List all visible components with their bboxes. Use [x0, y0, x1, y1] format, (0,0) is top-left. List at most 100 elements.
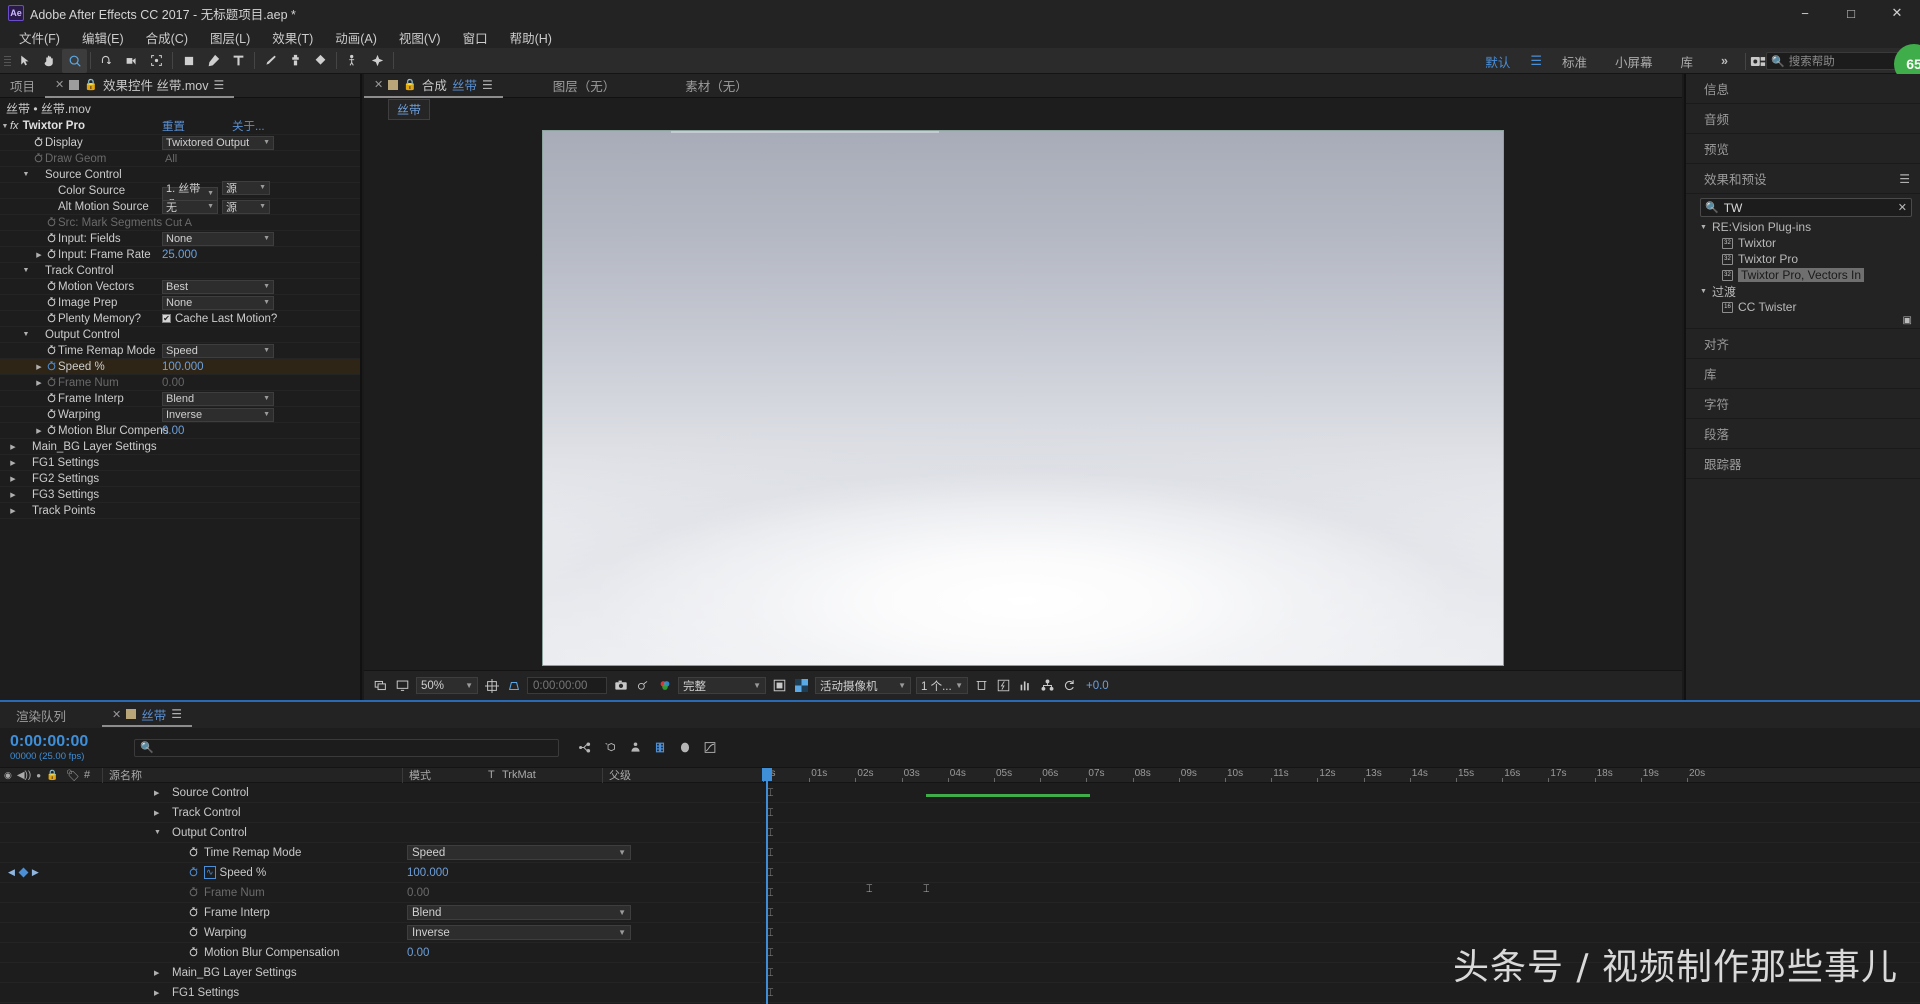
- twirl-icon[interactable]: ▶: [8, 491, 18, 499]
- workspace-1[interactable]: 标准: [1548, 48, 1601, 74]
- effect-param-row[interactable]: Input: Fields None ▼: [0, 231, 360, 247]
- comp-panel-menu-icon[interactable]: ☰: [482, 78, 493, 92]
- next-keyframe-icon[interactable]: ▶: [32, 867, 39, 878]
- graph-editor-toggle-icon[interactable]: ∿: [204, 866, 216, 879]
- effect-param-row[interactable]: ▶ Speed % 100.000: [0, 359, 360, 375]
- pan-behind-tool-icon[interactable]: [144, 49, 169, 73]
- stopwatch-icon[interactable]: [33, 136, 44, 147]
- twirl-icon[interactable]: ▶: [34, 363, 44, 371]
- timeline-property-row[interactable]: Frame Num 0.00: [0, 883, 760, 903]
- twirl-icon[interactable]: ▶: [154, 789, 166, 797]
- menu-item-8[interactable]: 帮助(H): [499, 26, 563, 49]
- keyframe-diamond-icon[interactable]: [18, 867, 29, 878]
- workspace-overflow-icon[interactable]: »: [1707, 48, 1742, 74]
- param-dropdown[interactable]: None ▼: [162, 231, 274, 246]
- twirl-icon[interactable]: ▶: [8, 475, 18, 483]
- twirl-icon[interactable]: ▶: [8, 459, 18, 467]
- menu-item-4[interactable]: 效果(T): [261, 26, 324, 49]
- effects-search-input[interactable]: [1723, 200, 1893, 215]
- panel-preview[interactable]: 预览: [1686, 134, 1920, 164]
- tab-footage[interactable]: 素材（无）: [675, 74, 758, 98]
- stopwatch-icon[interactable]: [188, 906, 199, 917]
- property-number-value[interactable]: 100.000: [407, 867, 449, 879]
- effect-param-row[interactable]: Frame Interp Blend ▼: [0, 391, 360, 407]
- param-number-value[interactable]: 25.000: [162, 249, 197, 261]
- workspace-0[interactable]: 默认: [1471, 48, 1524, 74]
- region-of-interest-icon[interactable]: [505, 677, 522, 694]
- frame-blending-icon[interactable]: [652, 740, 668, 756]
- rotation-tool-icon[interactable]: [94, 49, 119, 73]
- param-dropdown[interactable]: Cut A: [162, 216, 274, 230]
- tab-timeline-comp[interactable]: ✕ 丝带 ☰: [102, 703, 193, 727]
- menu-item-2[interactable]: 合成(C): [135, 26, 199, 49]
- panel-audio[interactable]: 音频: [1686, 104, 1920, 134]
- stopwatch-icon[interactable]: [188, 866, 199, 877]
- stopwatch-icon[interactable]: [46, 360, 57, 371]
- property-dropdown[interactable]: Inverse ▼: [407, 925, 631, 940]
- panel-info[interactable]: 信息: [1686, 74, 1920, 104]
- close-button[interactable]: ✕: [1874, 0, 1920, 26]
- motion-blur-icon[interactable]: [677, 740, 693, 756]
- composition-canvas-frame[interactable]: [542, 130, 1504, 666]
- exposure-value[interactable]: +0.0: [1086, 680, 1109, 692]
- audio-switch-icon[interactable]: ◀)): [17, 770, 31, 781]
- stopwatch-icon[interactable]: [46, 376, 57, 387]
- composition-stage[interactable]: [364, 120, 1682, 670]
- effects-panel-menu-icon[interactable]: ☰: [1899, 172, 1910, 186]
- comp-flowchart-icon[interactable]: [1039, 677, 1056, 694]
- lock-switch-icon[interactable]: 🔒: [46, 770, 58, 781]
- timeline-property-row[interactable]: ▼ Output Control: [0, 823, 760, 843]
- effect-param-row[interactable]: ▶ Track Points: [0, 503, 360, 519]
- twirl-icon[interactable]: ▼: [21, 171, 31, 178]
- twirl-icon[interactable]: ▼: [1700, 224, 1707, 231]
- playhead-handle[interactable]: [762, 768, 772, 781]
- timeline-track-row[interactable]: ⌶: [762, 823, 1920, 843]
- type-tool-icon[interactable]: [226, 49, 251, 73]
- graph-editor-icon[interactable]: [702, 740, 718, 756]
- resolution-dropdown[interactable]: 完整 ▼: [678, 677, 766, 694]
- timeline-property-row[interactable]: Warping Inverse ▼: [0, 923, 760, 943]
- effect-param-row[interactable]: ▶ Frame Num 0.00: [0, 375, 360, 391]
- twirl-icon[interactable]: ▶: [154, 989, 166, 997]
- effect-param-row[interactable]: Color Source1. 丝带 .n▼源▼: [0, 180, 360, 208]
- panel-4-lower[interactable]: 跟踪器: [1686, 449, 1920, 479]
- property-number-value[interactable]: 0.00: [407, 887, 429, 899]
- menu-item-0[interactable]: 文件(F): [8, 26, 71, 49]
- exposure-reset-icon[interactable]: [1061, 677, 1078, 694]
- tab-effect-controls[interactable]: ✕ 🔒 效果控件 丝带.mov ☰: [45, 74, 235, 98]
- close-icon-timeline[interactable]: ✕: [112, 708, 121, 721]
- workspace-3[interactable]: 库: [1667, 48, 1708, 74]
- timeline-track-row[interactable]: ⌶: [762, 803, 1920, 823]
- effect-param-row[interactable]: ▶ Motion Blur Compens 0.00: [0, 423, 360, 439]
- stopwatch-icon[interactable]: [46, 312, 57, 323]
- prev-keyframe-icon[interactable]: ◀: [8, 867, 15, 878]
- tab-render-queue[interactable]: 渲染队列: [0, 703, 76, 727]
- timeline-property-row[interactable]: ◀ ▶ ∿ Speed % 100.000: [0, 863, 760, 883]
- channel-rgb-icon[interactable]: [656, 677, 673, 694]
- effect-param-row[interactable]: ▶ Input: Frame Rate 25.000: [0, 247, 360, 263]
- pixel-aspect-correction-icon[interactable]: [973, 677, 990, 694]
- effects-search-box[interactable]: 🔍 ✕: [1700, 198, 1912, 217]
- timeline-property-row[interactable]: ▶ Source Control: [0, 783, 760, 803]
- timeline-search-box[interactable]: 🔍: [134, 738, 559, 757]
- effect-param-row[interactable]: ▶ Main_BG Layer Settings: [0, 439, 360, 455]
- panel-0-lower[interactable]: 对齐: [1686, 329, 1920, 359]
- hand-tool-icon[interactable]: [37, 49, 62, 73]
- effects-tree-group[interactable]: ▼ 过渡: [1686, 283, 1920, 299]
- menu-item-3[interactable]: 图层(L): [199, 26, 261, 49]
- effects-tree-item[interactable]: 32 Twixtor Pro, Vectors In: [1686, 267, 1920, 283]
- timeline-timecode[interactable]: 0:00:00:00: [0, 733, 120, 751]
- stopwatch-icon[interactable]: [188, 946, 199, 957]
- stopwatch-icon[interactable]: [188, 926, 199, 937]
- stopwatch-icon[interactable]: [46, 344, 57, 355]
- selection-tool-icon[interactable]: [12, 49, 37, 73]
- twirl-icon[interactable]: ▼: [21, 331, 31, 338]
- twirl-icon[interactable]: ▶: [8, 507, 18, 515]
- timeline-property-row[interactable]: ▶ Track Control: [0, 803, 760, 823]
- menu-item-6[interactable]: 视图(V): [388, 26, 452, 49]
- twirl-icon[interactable]: ▶: [154, 809, 166, 817]
- eraser-tool-icon[interactable]: [308, 49, 333, 73]
- stopwatch-icon[interactable]: [46, 392, 57, 403]
- menu-item-1[interactable]: 编辑(E): [71, 26, 135, 49]
- workspace-menu-icon[interactable]: ☰: [1524, 53, 1548, 69]
